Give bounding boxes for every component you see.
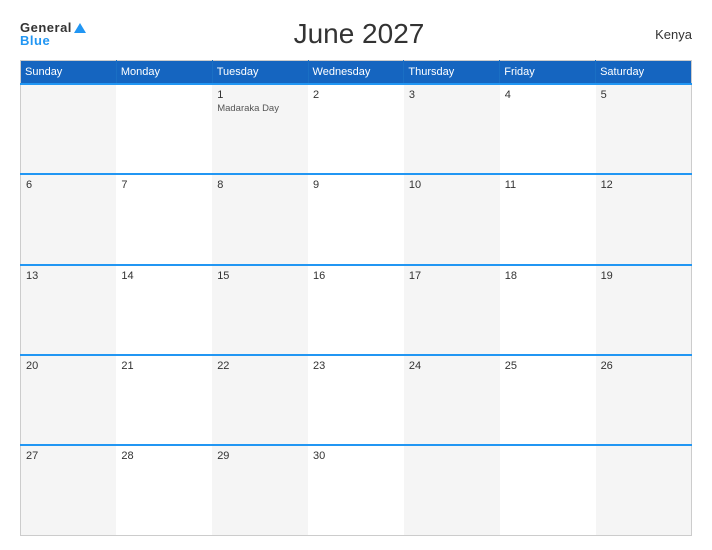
calendar-table: Sunday Monday Tuesday Wednesday Thursday… <box>20 60 692 536</box>
day-number: 29 <box>217 450 303 462</box>
calendar-cell <box>116 84 212 174</box>
day-number: 7 <box>121 179 207 191</box>
calendar-week-row: 1 Madaraka Day 2345 <box>21 84 692 174</box>
day-number: 16 <box>313 270 399 282</box>
calendar-cell: 23 <box>308 355 404 445</box>
calendar-cell: 5 <box>596 84 692 174</box>
calendar-cell: 13 <box>21 265 117 355</box>
calendar-title: June 2027 <box>86 18 632 50</box>
day-number: 12 <box>601 179 686 191</box>
calendar-cell: 1 Madaraka Day <box>212 84 308 174</box>
header-sunday: Sunday <box>21 61 117 85</box>
calendar-cell: 28 <box>116 445 212 535</box>
calendar-week-row: 6789 10 11 12 <box>21 174 692 264</box>
calendar-cell: 12 <box>596 174 692 264</box>
day-number: 20 <box>26 360 111 372</box>
header-saturday: Saturday <box>596 61 692 85</box>
day-number: 4 <box>505 89 591 101</box>
calendar-cell: 29 <box>212 445 308 535</box>
calendar-cell: 24 <box>404 355 500 445</box>
day-number: 6 <box>26 179 111 191</box>
calendar-cell <box>404 445 500 535</box>
day-number: 18 <box>505 270 591 282</box>
holiday-label: Madaraka Day <box>217 103 303 114</box>
day-number: 27 <box>26 450 111 462</box>
header-wednesday: Wednesday <box>308 61 404 85</box>
calendar-week-row: 20 21 22 23 24 25 26 <box>21 355 692 445</box>
calendar-week-row: 27 28 29 30 <box>21 445 692 535</box>
calendar-cell: 9 <box>308 174 404 264</box>
calendar-page: General Blue June 2027 Kenya Sunday Mond… <box>0 0 712 550</box>
calendar-cell: 19 <box>596 265 692 355</box>
day-number: 22 <box>217 360 303 372</box>
calendar-cell: 2 <box>308 84 404 174</box>
calendar-cell: 27 <box>21 445 117 535</box>
calendar-cell: 16 <box>308 265 404 355</box>
header-friday: Friday <box>500 61 596 85</box>
calendar-cell <box>596 445 692 535</box>
country-label: Kenya <box>632 27 692 42</box>
calendar-cell: 3 <box>404 84 500 174</box>
calendar-cell: 6 <box>21 174 117 264</box>
calendar-cell: 14 <box>116 265 212 355</box>
calendar-cell: 25 <box>500 355 596 445</box>
calendar-cell: 10 <box>404 174 500 264</box>
day-number: 14 <box>121 270 207 282</box>
day-number: 28 <box>121 450 207 462</box>
calendar-cell: 15 <box>212 265 308 355</box>
day-number: 15 <box>217 270 303 282</box>
day-number: 19 <box>601 270 686 282</box>
calendar-cell: 18 <box>500 265 596 355</box>
calendar-cell: 11 <box>500 174 596 264</box>
day-number: 11 <box>505 179 591 191</box>
calendar-cell: 26 <box>596 355 692 445</box>
day-number: 5 <box>601 89 686 101</box>
day-number: 21 <box>121 360 207 372</box>
calendar-cell: 7 <box>116 174 212 264</box>
logo: General Blue <box>20 21 86 47</box>
day-number: 23 <box>313 360 399 372</box>
logo-blue-text: Blue <box>20 34 86 47</box>
day-number: 3 <box>409 89 495 101</box>
day-number: 17 <box>409 270 495 282</box>
header: General Blue June 2027 Kenya <box>20 18 692 50</box>
header-thursday: Thursday <box>404 61 500 85</box>
calendar-cell <box>500 445 596 535</box>
calendar-cell: 4 <box>500 84 596 174</box>
day-number: 26 <box>601 360 686 372</box>
day-number: 30 <box>313 450 399 462</box>
logo-triangle-icon <box>74 23 86 33</box>
day-number: 10 <box>409 179 495 191</box>
calendar-cell: 22 <box>212 355 308 445</box>
day-number: 8 <box>217 179 303 191</box>
calendar-cell: 17 <box>404 265 500 355</box>
day-number: 13 <box>26 270 111 282</box>
day-number: 2 <box>313 89 399 101</box>
calendar-cell: 30 <box>308 445 404 535</box>
calendar-cell: 20 <box>21 355 117 445</box>
day-number: 25 <box>505 360 591 372</box>
calendar-cell: 8 <box>212 174 308 264</box>
day-number: 24 <box>409 360 495 372</box>
day-number: 9 <box>313 179 399 191</box>
calendar-week-row: 13 14 15 16 17 18 19 <box>21 265 692 355</box>
header-tuesday: Tuesday <box>212 61 308 85</box>
calendar-cell <box>21 84 117 174</box>
day-number: 1 <box>217 89 303 101</box>
header-monday: Monday <box>116 61 212 85</box>
calendar-cell: 21 <box>116 355 212 445</box>
weekday-header-row: Sunday Monday Tuesday Wednesday Thursday… <box>21 61 692 85</box>
